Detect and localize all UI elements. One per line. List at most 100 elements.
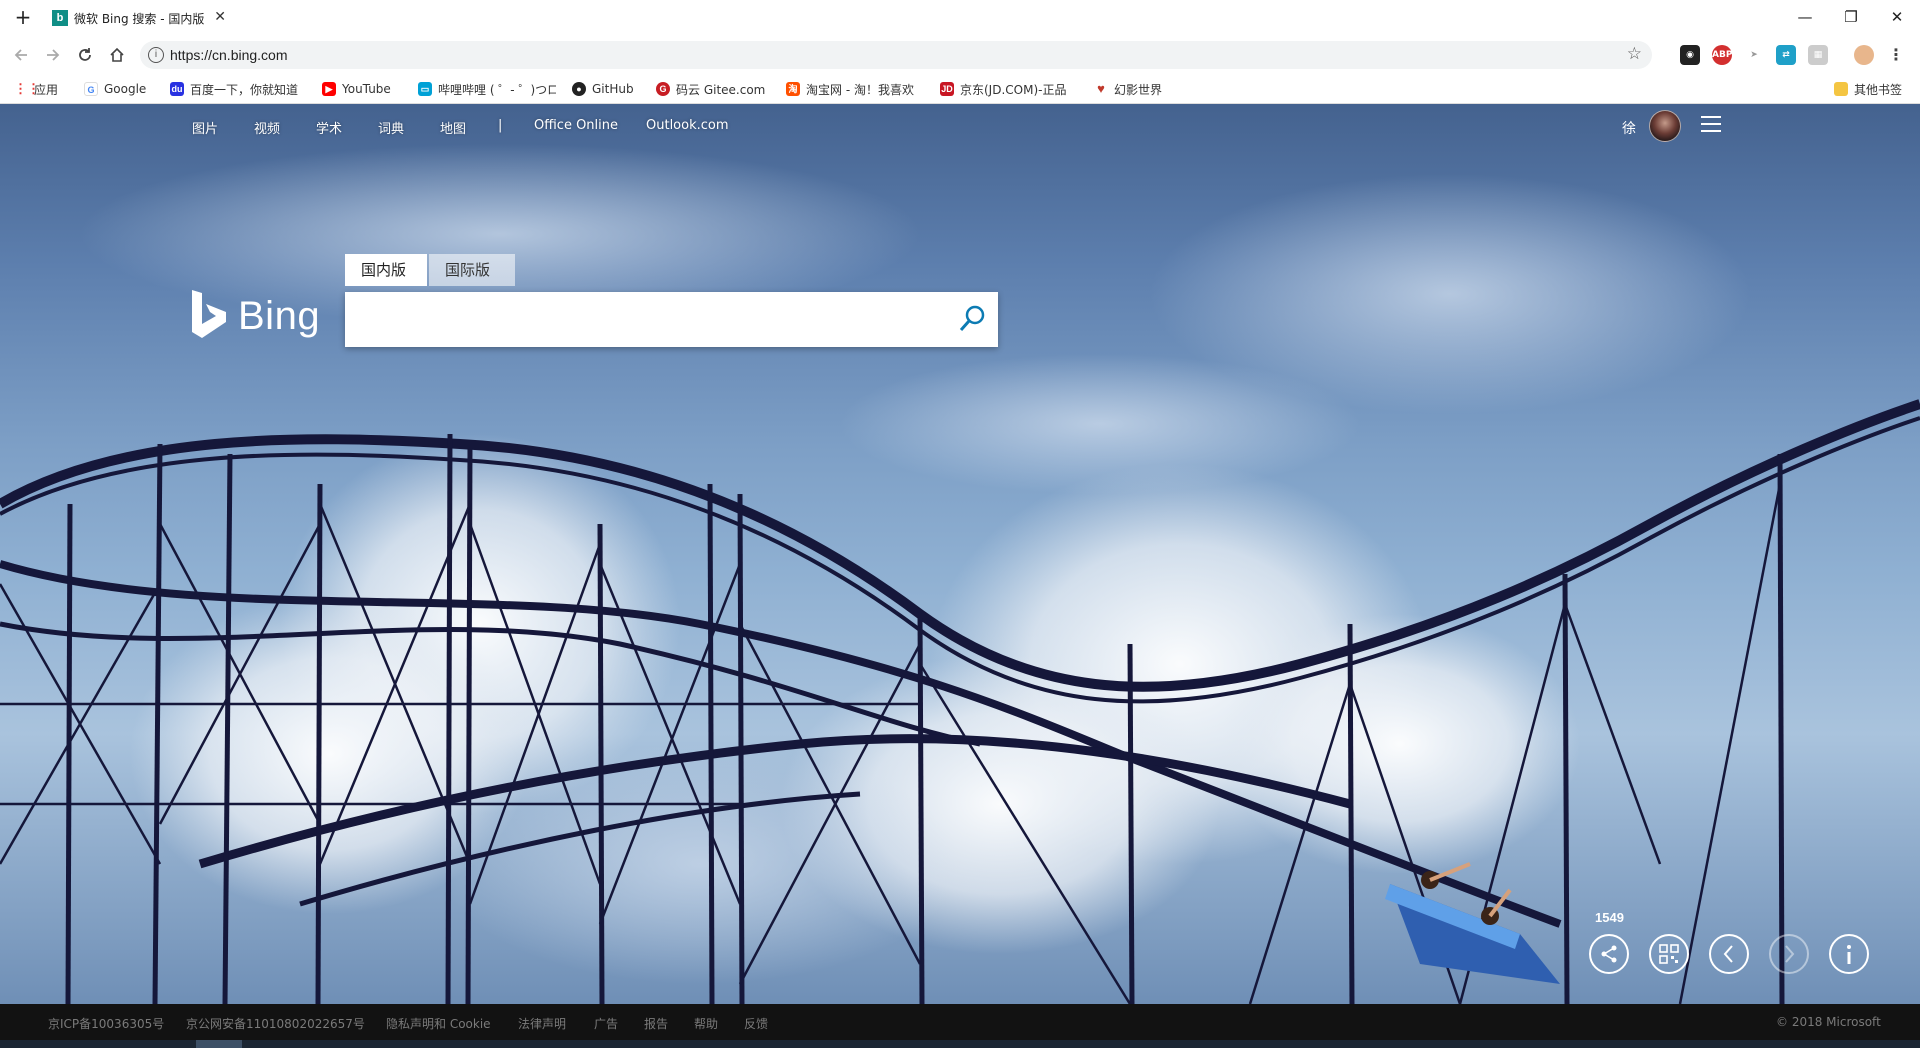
avatar[interactable] [1649,110,1681,142]
coaster-car [1385,862,1560,984]
search-button[interactable] [956,303,988,335]
home-button[interactable] [104,42,130,68]
footer-privacy[interactable]: 隐私声明和 Cookie [386,1015,491,1032]
jd-icon: JD [940,82,954,96]
footer-report[interactable]: 报告 [644,1015,668,1032]
chevron-right-icon [1785,945,1795,963]
bookmark-item[interactable]: du 百度一下，你就知道 [170,80,298,98]
bookmark-item[interactable]: ⋮⋮ 应用 [14,80,58,98]
extension-gray-icon[interactable]: ▦ [1808,45,1828,65]
chevron-left-icon [1723,945,1733,963]
qr-code-button[interactable] [1649,934,1689,974]
site-info-icon[interactable]: i [148,47,164,63]
bing-homepage: 图片 视频 学术 词典 地图 | Office Online Outlook.c… [0,104,1920,1004]
footer-copyright: © 2018 Microsoft [1776,1015,1881,1029]
nav-academic[interactable]: 学术 [316,118,342,137]
bookmark-label: Google [104,82,147,96]
menu-icon[interactable] [1701,116,1721,132]
nav-outlook[interactable]: Outlook.com [646,118,729,133]
bookmark-label: GitHub [592,82,634,96]
tab-close-icon[interactable]: ✕ [214,9,226,25]
youtube-icon: ▶ [322,82,336,96]
footer-advertise[interactable]: 广告 [594,1015,618,1032]
forward-button[interactable] [40,42,66,68]
search-box [345,292,998,347]
share-button[interactable] [1589,934,1629,974]
reload-button[interactable] [72,42,98,68]
extension-incognito-icon[interactable]: ◉ [1680,45,1700,65]
nav-videos[interactable]: 视频 [254,118,280,137]
back-button[interactable] [8,42,34,68]
next-image-button[interactable] [1769,934,1809,974]
new-tab-button[interactable]: + [12,6,34,28]
nav-images[interactable]: 图片 [192,118,218,137]
home-icon [110,47,124,62]
bookmark-label: 淘宝网 - 淘！我喜欢 [806,82,914,97]
previous-image-button[interactable] [1709,934,1749,974]
nav-maps[interactable]: 地图 [440,118,466,137]
bing-favicon-icon: b [52,10,68,26]
bookmark-item[interactable]: G 码云 Gitee.com [656,80,765,98]
bookmark-label: 应用 [34,82,59,97]
share-icon [1601,945,1617,963]
footer-icp[interactable]: 京ICP备10036305号 [48,1015,164,1032]
image-info-button[interactable] [1829,934,1869,974]
baidu-icon: du [170,82,184,96]
user-name[interactable]: 徐 [1622,118,1636,138]
browser-window: + b 微软 Bing 搜索 - 国内版 ✕ — ❐ ✕ i https://c… [0,0,1920,1048]
bookmark-star-icon[interactable]: ☆ [1627,44,1642,64]
other-bookmarks[interactable]: 其他书签 [1834,80,1902,98]
info-icon [1847,945,1851,964]
bing-logo-icon [192,290,226,338]
footer-legal[interactable]: 法律声明 [518,1015,566,1032]
bookmark-item[interactable]: ● GitHub [572,80,634,98]
taobao-icon: 淘 [786,82,800,96]
nav-office-online[interactable]: Office Online [534,118,618,133]
footer-help[interactable]: 帮助 [694,1015,718,1032]
reload-icon [79,48,91,61]
image-view-counter: 1549 [1595,910,1624,925]
adblock-icon[interactable]: ABP [1712,45,1732,65]
url-text[interactable]: https://cn.bing.com [170,47,288,63]
extension-cursor-icon[interactable]: ➤ [1744,45,1764,65]
bookmark-item[interactable]: ▶ YouTube [322,80,391,98]
browser-menu-icon[interactable]: ⋮ [1886,45,1906,65]
bookmark-label: 京东(JD.COM)-正品 [960,82,1067,97]
window-close-button[interactable]: ✕ [1874,0,1920,36]
bookmarks-bar: ⋮⋮ 应用 G Google du 百度一下，你就知道 ▶ YouTube ▭ … [0,74,1920,104]
browser-tab[interactable]: b 微软 Bing 搜索 - 国内版 ✕ [40,0,240,36]
bing-footer: 京ICP备10036305号 京公网安备11010802022657号 隐私声明… [0,1004,1920,1040]
bookmark-item[interactable]: ♥ 幻影世界 [1094,80,1162,98]
nav-separator: | [498,118,503,133]
apps-icon: ⋮⋮ [14,81,40,96]
bing-top-nav: 图片 视频 学术 词典 地图 | Office Online Outlook.c… [0,104,1920,148]
search-icon [959,305,985,331]
restore-button[interactable]: ❐ [1828,0,1874,36]
minimize-button[interactable]: — [1782,0,1828,36]
address-bar[interactable]: i https://cn.bing.com ☆ [140,41,1652,69]
bookmark-item[interactable]: ▭ 哔哩哔哩 ( ゜- ゜)つロ [418,80,556,98]
bookmark-item[interactable]: JD 京东(JD.COM)-正品 [940,80,1066,98]
footer-feedback[interactable]: 反馈 [744,1015,768,1032]
heart-icon: ♥ [1097,81,1105,96]
bookmark-item[interactable]: G Google [84,80,146,98]
taskbar-active-app[interactable] [196,1040,242,1048]
gitee-icon: G [656,82,670,96]
forward-arrow-icon [47,49,60,61]
bing-logo-text: Bing [238,294,321,338]
bookmark-label: 其他书签 [1854,82,1903,97]
bing-logo[interactable]: Bing [190,288,330,344]
title-bar: + b 微软 Bing 搜索 - 国内版 ✕ — ❐ ✕ [0,0,1920,36]
search-input[interactable] [359,304,919,334]
github-icon: ● [572,82,586,96]
nav-dictionary[interactable]: 词典 [378,118,404,137]
footer-police-record[interactable]: 京公网安备11010802022657号 [186,1015,365,1032]
extension-translate-icon[interactable]: ⇄ [1776,45,1796,65]
bilibili-icon: ▭ [418,82,432,96]
bookmark-item[interactable]: 淘 淘宝网 - 淘！我喜欢 [786,80,914,98]
bookmark-label: 幻影世界 [1114,82,1163,97]
bookmark-label: 码云 Gitee.com [676,82,766,97]
profile-avatar-icon[interactable] [1854,45,1874,65]
tab-domestic[interactable]: 国内版 [345,254,427,286]
tab-international[interactable]: 国际版 [429,254,515,286]
